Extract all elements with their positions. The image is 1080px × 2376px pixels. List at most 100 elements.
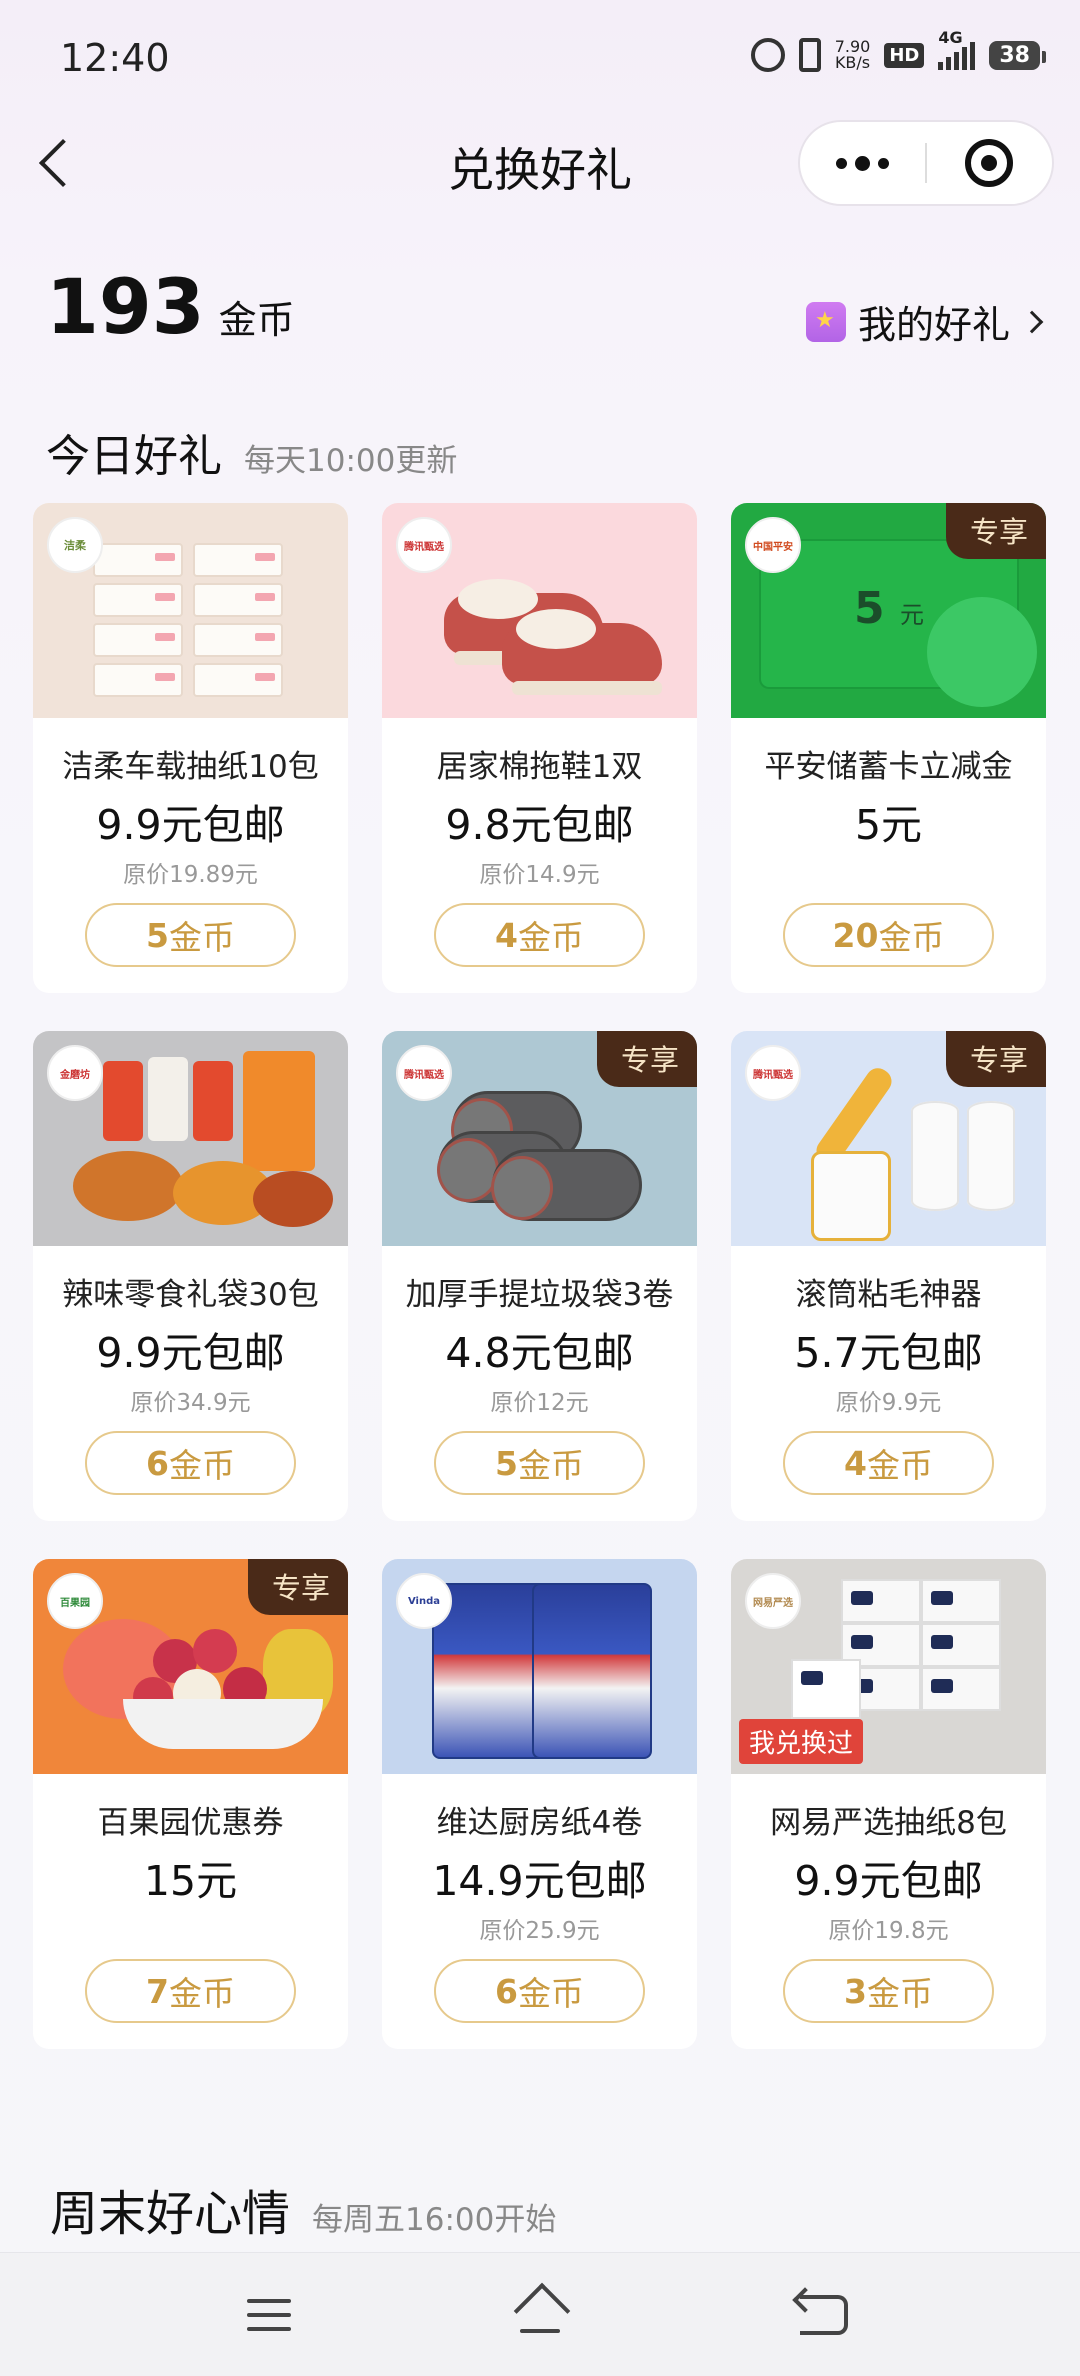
network-speed-unit: KB/s xyxy=(834,53,871,72)
gift-calendar-icon xyxy=(805,301,846,342)
redeem-coin-count: 4 xyxy=(495,915,518,955)
weekend-section-title: 周末好心情 xyxy=(50,2186,291,2242)
exclusive-tag: 专享 xyxy=(945,1031,1046,1087)
back-system-icon[interactable] xyxy=(800,2295,848,2335)
redeem-button[interactable]: 4 金币 xyxy=(783,1431,994,1495)
redeem-coin-unit: 金币 xyxy=(517,918,584,957)
gift-card[interactable]: 腾讯甄选 专享 滚筒粘毛神器 5.7元包邮 原价9.9元 4 金币 xyxy=(731,1031,1046,1521)
product-image-snacks: 金磨坊 xyxy=(33,1031,348,1246)
redeem-button[interactable]: 5 金币 xyxy=(85,903,296,967)
gift-price: 9.9元包邮 xyxy=(96,801,285,849)
home-icon[interactable] xyxy=(512,2289,568,2339)
gift-card[interactable]: 腾讯甄选 专享 加厚手提垃圾袋3卷 4.8元包邮 原价12元 5 金币 xyxy=(382,1031,697,1521)
gift-name: 洁柔车载抽纸10包 xyxy=(62,749,319,785)
gift-original-price: 原价12元 xyxy=(490,1390,589,1416)
gift-card[interactable]: 5 元 中国平安 专享 平安储蓄卡立减金 5元 20 金币 xyxy=(731,503,1046,993)
gift-card[interactable]: 腾讯甄选 居家棉拖鞋1双 9.8元包邮 原价14.9元 4 金币 xyxy=(382,503,697,993)
today-section-header: 今日好礼 每天10:00更新 xyxy=(46,420,457,484)
gift-price: 9.9元包邮 xyxy=(96,1329,285,1377)
brand-logo: 腾讯甄选 xyxy=(396,517,452,573)
gift-original-price: 原价14.9元 xyxy=(479,862,600,888)
status-icons: 7.90 KB/s HD 4G 38 xyxy=(750,28,1046,72)
brand-logo: 金磨坊 xyxy=(47,1045,103,1101)
coin-balance: 193 金币 xyxy=(46,262,295,351)
gift-price: 9.9元包邮 xyxy=(794,1857,983,1905)
redeem-button[interactable]: 6 金币 xyxy=(434,1959,645,2023)
more-icon[interactable] xyxy=(800,155,925,171)
coin-unit: 金币 xyxy=(218,298,295,342)
redeem-button[interactable]: 5 金币 xyxy=(434,1431,645,1495)
product-image-coupon-card: 5 元 中国平安 专享 xyxy=(731,503,1046,718)
redeem-coin-count: 7 xyxy=(146,1971,169,2011)
weekend-section-header: 周末好心情 每周五16:00开始 xyxy=(50,2174,556,2244)
network-type: 4G xyxy=(938,28,963,47)
redeem-coin-count: 6 xyxy=(146,1443,169,1483)
redeem-coin-count: 3 xyxy=(844,1971,867,2011)
mini-program-capsule xyxy=(798,120,1054,206)
gift-card[interactable]: Vinda 维达厨房纸4卷 14.9元包邮 原价25.9元 6 金币 xyxy=(382,1559,697,2049)
my-gifts-link[interactable]: 我的好礼 xyxy=(805,294,1044,349)
redeem-coin-unit: 金币 xyxy=(866,1446,933,1485)
product-image-lint-roller: 腾讯甄选 专享 xyxy=(731,1031,1046,1246)
gift-price: 5元 xyxy=(854,801,923,849)
brand-logo: 百果园 xyxy=(47,1573,103,1629)
gift-name: 辣味零食礼袋30包 xyxy=(62,1277,319,1313)
redeem-button[interactable]: 4 金币 xyxy=(434,903,645,967)
weekend-section-subtitle: 每周五16:00开始 xyxy=(312,2202,557,2238)
gift-name: 网易严选抽纸8包 xyxy=(770,1805,1007,1841)
product-image-fruit: 百果园 专享 xyxy=(33,1559,348,1774)
menu-icon[interactable] xyxy=(247,2299,291,2341)
exclusive-tag: 专享 xyxy=(945,503,1046,559)
gift-price: 15元 xyxy=(143,1857,238,1905)
gift-original-price: 原价34.9元 xyxy=(130,1390,251,1416)
gift-price: 9.8元包邮 xyxy=(445,801,634,849)
redeem-button[interactable]: 3 金币 xyxy=(783,1959,994,2023)
redeem-coin-unit: 金币 xyxy=(168,1446,235,1485)
network-speed: 7.90 KB/s xyxy=(835,39,871,71)
nav-bar: 兑换好礼 xyxy=(0,120,1080,210)
gift-card[interactable]: 百果园 专享 百果园优惠券 15元 7 金币 xyxy=(33,1559,348,2049)
redeem-button[interactable]: 20 金币 xyxy=(783,903,994,967)
status-bar: 12:40 7.90 KB/s HD 4G 38 xyxy=(0,0,1080,120)
gift-original-price: 原价9.9元 xyxy=(835,1390,942,1416)
redeem-coin-unit: 金币 xyxy=(517,1974,584,2013)
gift-price: 4.8元包邮 xyxy=(445,1329,634,1377)
exclusive-tag: 专享 xyxy=(247,1559,348,1615)
product-image-tissue-2: 网易严选 我兑换过 xyxy=(731,1559,1046,1774)
coin-count: 193 xyxy=(46,262,205,351)
gift-name: 平安储蓄卡立减金 xyxy=(764,749,1013,785)
gift-card[interactable]: 网易严选 我兑换过 网易严选抽纸8包 9.9元包邮 原价19.8元 3 金币 xyxy=(731,1559,1046,2049)
gift-card[interactable]: 金磨坊 辣味零食礼袋30包 9.9元包邮 原价34.9元 6 金币 xyxy=(33,1031,348,1521)
redeem-coin-unit: 金币 xyxy=(168,918,235,957)
gift-name: 维达厨房纸4卷 xyxy=(436,1805,643,1841)
redeem-coin-count: 20 xyxy=(832,915,879,955)
exclusive-tag: 专享 xyxy=(596,1031,697,1087)
brand-logo: 腾讯甄选 xyxy=(396,1045,452,1101)
redeem-coin-unit: 金币 xyxy=(866,1974,933,2013)
coupon-card-amount: 5 元 xyxy=(854,583,924,634)
my-gifts-label: 我的好礼 xyxy=(857,303,1010,347)
gift-name: 滚筒粘毛神器 xyxy=(795,1277,982,1313)
redeem-coin-count: 5 xyxy=(146,915,169,955)
redeem-coin-unit: 金币 xyxy=(878,918,945,957)
redeem-button[interactable]: 6 金币 xyxy=(85,1431,296,1495)
gift-name: 加厚手提垃圾袋3卷 xyxy=(405,1277,674,1313)
gift-card[interactable]: 洁柔 洁柔车载抽纸10包 9.9元包邮 原价19.89元 5 金币 xyxy=(33,503,348,993)
product-image-slippers: 腾讯甄选 xyxy=(382,503,697,718)
redeem-coin-unit: 金币 xyxy=(517,1446,584,1485)
gift-grid: 洁柔 洁柔车载抽纸10包 9.9元包邮 原价19.89元 5 金币 腾讯甄选 居家… xyxy=(33,503,1047,2049)
gift-original-price: 原价25.9元 xyxy=(479,1918,600,1944)
gift-price: 5.7元包邮 xyxy=(794,1329,983,1377)
gift-name: 百果园优惠券 xyxy=(97,1805,284,1841)
redeem-coin-count: 4 xyxy=(844,1443,867,1483)
gift-name: 居家棉拖鞋1双 xyxy=(436,749,643,785)
redeem-coin-count: 6 xyxy=(495,1971,518,2011)
redeem-button[interactable]: 7 金币 xyxy=(85,1959,296,2023)
product-image-tissue: 洁柔 xyxy=(33,503,348,718)
redeemed-tag: 我兑换过 xyxy=(739,1719,864,1764)
system-nav-bar xyxy=(0,2252,1080,2376)
brand-logo: 洁柔 xyxy=(47,517,103,573)
signal-icon: 4G xyxy=(938,28,976,70)
redeem-coin-count: 5 xyxy=(495,1443,518,1483)
close-target-icon[interactable] xyxy=(927,139,1052,187)
